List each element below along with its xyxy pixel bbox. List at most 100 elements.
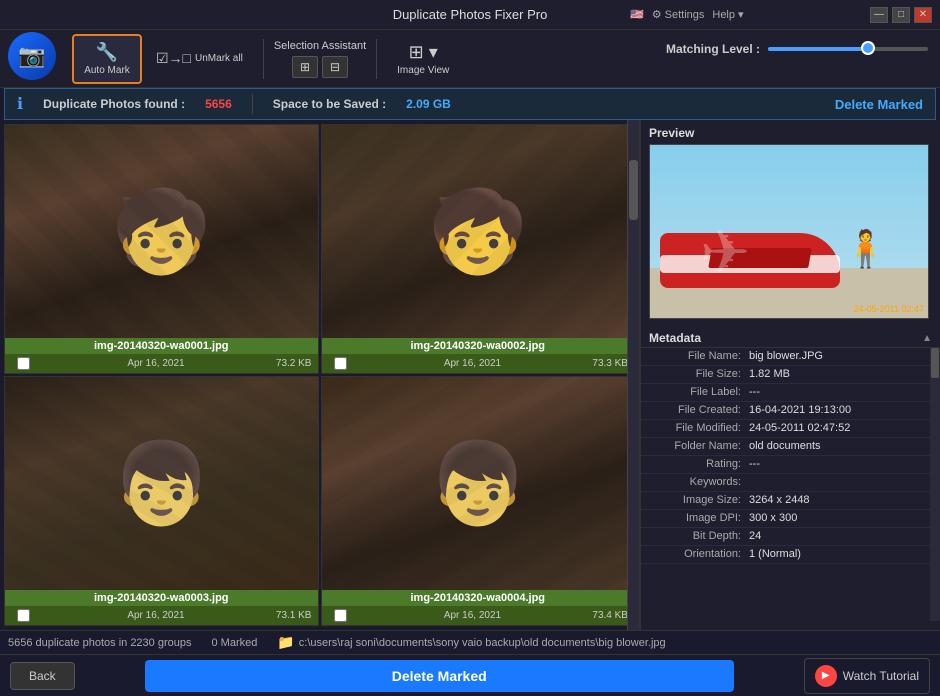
metadata-row: Bit Depth: 24 [641, 528, 940, 546]
photo-info-2: img-20140320-wa0002.jpg [322, 338, 635, 354]
delete-marked-link[interactable]: Delete Marked [835, 97, 923, 112]
unmark-all-button[interactable]: ☑→□ UnMark all [146, 34, 253, 84]
space-value: 2.09 GB [406, 97, 451, 111]
metadata-row: Rating: --- [641, 456, 940, 474]
delete-marked-button[interactable]: Delete Marked [145, 660, 734, 692]
back-button[interactable]: Back [10, 662, 75, 690]
image-view-button[interactable]: ⊞ ▾ Image View [387, 38, 459, 80]
photo-check-1[interactable] [17, 357, 30, 370]
meta-key: Keywords: [649, 476, 749, 489]
photo-size-3: 73.1 KB [276, 610, 312, 621]
photo-info-4: img-20140320-wa0004.jpg [322, 590, 635, 606]
meta-key: File Label: [649, 386, 749, 399]
photo-info-3: img-20140320-wa0003.jpg [5, 590, 318, 606]
status-marked: 0 Marked [211, 637, 257, 649]
photo-grid-container: 🧒 img-20140320-wa0001.jpg Apr 16, 2021 7… [0, 120, 640, 630]
photo-checkbox-3 [11, 608, 36, 623]
space-label: Space to be Saved : [273, 97, 386, 111]
photo-checkbox-4 [328, 608, 353, 623]
metadata-row: Orientation: 1 (Normal) [641, 546, 940, 564]
metadata-row: Image Size: 3264 x 2448 [641, 492, 940, 510]
unmark-all-label: UnMark all [195, 53, 243, 64]
meta-key: Rating: [649, 458, 749, 471]
photo-thumb-3: 👦 [5, 377, 318, 590]
help-link[interactable]: Help ▾ [712, 8, 743, 21]
photo-check-3[interactable] [17, 609, 30, 622]
metadata-row: File Created: 16-04-2021 19:13:00 [641, 402, 940, 420]
metadata-scrollbar[interactable] [930, 348, 940, 621]
photo-size-1: 73.2 KB [276, 358, 312, 369]
app-logo: 📷 [8, 32, 56, 80]
meta-key: File Modified: [649, 422, 749, 435]
photo-info-1: img-20140320-wa0001.jpg [5, 338, 318, 354]
metadata-row: File Modified: 24-05-2011 02:47:52 [641, 420, 940, 438]
meta-key: File Name: [649, 350, 749, 363]
metadata-row: Keywords: [641, 474, 940, 492]
watch-tutorial-button[interactable]: ▶ Watch Tutorial [804, 658, 930, 694]
meta-key: Image Size: [649, 494, 749, 507]
sa-icon-group: ⊞ ⊟ [292, 56, 348, 78]
meta-val: 1.82 MB [749, 368, 932, 381]
photo-grid-scrollbar-thumb [629, 160, 638, 220]
toolbar-separator-1 [263, 39, 264, 79]
meta-key: File Created: [649, 404, 749, 417]
meta-key: Folder Name: [649, 440, 749, 453]
window-controls: — □ ✕ [870, 7, 932, 23]
meta-val: big blower.JPG [749, 350, 932, 363]
meta-key: Bit Depth: [649, 530, 749, 543]
meta-val: 300 x 300 [749, 512, 932, 525]
toolbar: 🔧 Auto Mark ☑→□ UnMark all Selection Ass… [0, 30, 940, 88]
metadata-row: File Size: 1.82 MB [641, 366, 940, 384]
selection-assistant-label: Selection Assistant [274, 40, 366, 52]
sa-icon-1[interactable]: ⊞ [292, 56, 318, 78]
photo-cell-4[interactable]: 👦 img-20140320-wa0004.jpg Apr 16, 2021 7… [321, 376, 636, 626]
photo-check-4[interactable] [334, 609, 347, 622]
photo-cell-2[interactable]: 🧒 img-20140320-wa0002.jpg Apr 16, 2021 7… [321, 124, 636, 374]
metadata-row: File Label: --- [641, 384, 940, 402]
metadata-scrollbar-thumb [931, 348, 939, 378]
auto-mark-icon: 🔧 [96, 42, 118, 63]
matching-level-label: Matching Level : [666, 42, 760, 56]
minimize-button[interactable]: — [870, 7, 888, 23]
maximize-button[interactable]: □ [892, 7, 910, 23]
photo-meta-1: Apr 16, 2021 73.2 KB [5, 354, 318, 373]
preview-timestamp: 24-05-2011 02:47 [854, 304, 924, 314]
photo-meta-3: Apr 16, 2021 73.1 KB [5, 606, 318, 625]
matching-level-slider[interactable] [768, 47, 928, 51]
photo-cell-1[interactable]: 🧒 img-20140320-wa0001.jpg Apr 16, 2021 7… [4, 124, 319, 374]
meta-val [749, 476, 932, 489]
photo-size-2: 73.3 KB [592, 358, 628, 369]
photo-filename-3: img-20140320-wa0003.jpg [11, 592, 312, 604]
meta-val: --- [749, 386, 932, 399]
status-path-text: c:\users\raj soni\documents\sony vaio ba… [299, 637, 666, 649]
statusbar: 5656 duplicate photos in 2230 groups 0 M… [0, 630, 940, 654]
meta-val: 16-04-2021 19:13:00 [749, 404, 932, 417]
info-icon: ℹ [17, 94, 23, 114]
titlebar-lang-area: 🇺🇸 ⚙ Settings Help ▾ [630, 8, 744, 21]
meta-val: 1 (Normal) [749, 548, 932, 561]
image-view-icon: ⊞ ▾ [409, 42, 438, 63]
photo-grid-scrollbar[interactable] [627, 120, 639, 630]
settings-link[interactable]: ⚙ Settings [652, 8, 705, 21]
metadata-row: Image DPI: 300 x 300 [641, 510, 940, 528]
folder-icon: 📁 [277, 634, 294, 651]
metadata-label: Metadata [649, 331, 701, 345]
photo-date-2: Apr 16, 2021 [444, 358, 501, 369]
info-bar: ℹ Duplicate Photos found : 5656 Space to… [4, 88, 936, 120]
photo-check-2[interactable] [334, 357, 347, 370]
meta-val: 24 [749, 530, 932, 543]
preview-image: 🧍 24-05-2011 02:47 [649, 144, 929, 319]
sa-icon-2[interactable]: ⊟ [322, 56, 348, 78]
toolbar-separator-2 [376, 39, 377, 79]
metadata-scroll-up[interactable]: ▲ [922, 333, 932, 344]
photo-cell-3[interactable]: 👦 img-20140320-wa0003.jpg Apr 16, 2021 7… [4, 376, 319, 626]
auto-mark-button[interactable]: 🔧 Auto Mark [72, 34, 142, 84]
image-view-label: Image View [397, 65, 449, 76]
main-content: 🧒 img-20140320-wa0001.jpg Apr 16, 2021 7… [0, 120, 940, 630]
photo-size-4: 73.4 KB [592, 610, 628, 621]
photo-date-3: Apr 16, 2021 [127, 610, 184, 621]
photo-checkbox-2 [328, 356, 353, 371]
photo-thumb-4: 👦 [322, 377, 635, 590]
close-button[interactable]: ✕ [914, 7, 932, 23]
metadata-row: Folder Name: old documents [641, 438, 940, 456]
